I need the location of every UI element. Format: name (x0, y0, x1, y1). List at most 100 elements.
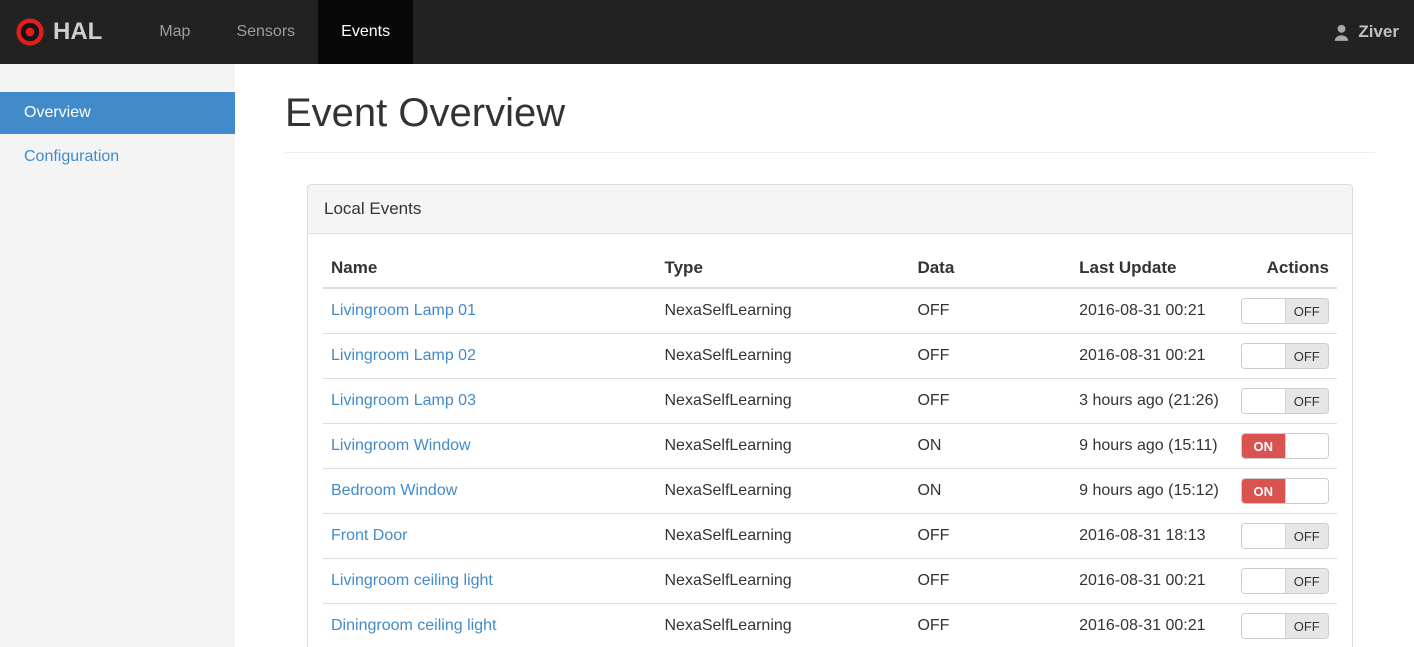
panel-title: Local Events (324, 199, 422, 218)
device-link[interactable]: Bedroom Window (331, 482, 457, 499)
device-name-cell: Livingroom Window (323, 423, 657, 469)
toggle-state-label: ON (1242, 434, 1285, 458)
device-data-cell: OFF (909, 287, 1072, 334)
toggle-switch[interactable]: OFF (1241, 388, 1329, 414)
last-update-cell: 9 hours ago (15:11) (1071, 423, 1233, 469)
table-row: Livingroom Lamp 03 NexaSelfLearning OFF 3 h… (323, 378, 1337, 424)
user-icon (1332, 23, 1351, 42)
actions-cell: OFF (1232, 513, 1337, 559)
actions-cell: OFF (1232, 603, 1337, 647)
device-name-cell: Diningroom ceiling light (323, 603, 657, 647)
toggle-state-label: ON (1242, 479, 1285, 503)
nav-item-events[interactable]: Events (318, 0, 414, 64)
main-nav: Map Sensors Events (136, 0, 414, 64)
page-title: Event Overview (285, 91, 1375, 153)
brand[interactable]: HAL (0, 0, 120, 64)
actions-cell: ON (1232, 423, 1337, 469)
toggle-knob (1242, 389, 1286, 413)
table-row: Diningroom ceiling light NexaSelfLearning… (323, 603, 1337, 647)
device-type-cell: NexaSelfLearning (656, 333, 910, 379)
toggle-switch[interactable]: OFF (1241, 343, 1329, 369)
device-data-cell: ON (909, 468, 1072, 514)
actions-cell: OFF (1232, 287, 1337, 334)
last-update-cell: 9 hours ago (15:12) (1071, 468, 1233, 514)
toggle-knob (1242, 524, 1286, 548)
events-table: Name Type Data Last Update Actions Livingroo… (323, 249, 1337, 647)
toggle-switch[interactable]: OFF (1241, 298, 1329, 324)
device-name-cell: Front Door (323, 513, 657, 559)
toggle-knob (1242, 569, 1286, 593)
actions-cell: OFF (1232, 558, 1337, 604)
last-update-cell: 2016-08-31 00:21 (1071, 333, 1233, 379)
device-type-cell: NexaSelfLearning (656, 287, 910, 334)
user-menu[interactable]: Ziver (1317, 0, 1414, 64)
table-row: Livingroom Window NexaSelfLearning ON 9 hou… (323, 423, 1337, 469)
table-row: Bedroom Window NexaSelfLearning ON 9 hours … (323, 468, 1337, 514)
main-content: Event Overview Local Events Name Type Data… (235, 64, 1414, 647)
nav-item-sensors[interactable]: Sensors (213, 0, 318, 64)
panel-body: Name Type Data Last Update Actions Livingroo… (308, 234, 1352, 647)
column-header-actions: Actions (1232, 249, 1337, 289)
device-link[interactable]: Livingroom Lamp 03 (331, 392, 476, 409)
device-type-cell: NexaSelfLearning (656, 378, 910, 424)
toggle-state-label: OFF (1285, 524, 1328, 548)
toggle-state-label: OFF (1285, 389, 1328, 413)
device-link[interactable]: Livingroom Window (331, 437, 471, 454)
toggle-knob (1284, 434, 1328, 458)
sidebar-item-overview[interactable]: Overview (0, 92, 235, 134)
sidebar-item-configuration[interactable]: Configuration (0, 136, 235, 178)
toggle-switch[interactable]: OFF (1241, 613, 1329, 639)
device-link[interactable]: Diningroom ceiling light (331, 617, 496, 634)
column-header-type: Type (656, 249, 910, 289)
table-row: Livingroom Lamp 02 NexaSelfLearning OFF 201… (323, 333, 1337, 379)
device-data-cell: OFF (909, 378, 1072, 424)
hal-logo-icon (16, 18, 44, 46)
device-name-cell: Livingroom Lamp 01 (323, 287, 657, 334)
device-data-cell: OFF (909, 513, 1072, 559)
device-type-cell: NexaSelfLearning (656, 558, 910, 604)
toggle-state-label: OFF (1285, 344, 1328, 368)
device-link[interactable]: Front Door (331, 527, 407, 544)
table-row: Livingroom Lamp 01 NexaSelfLearning OFF 201… (323, 287, 1337, 334)
actions-cell: OFF (1232, 378, 1337, 424)
toggle-state-label: OFF (1285, 569, 1328, 593)
device-data-cell: OFF (909, 333, 1072, 379)
toggle-switch[interactable]: ON (1241, 433, 1329, 459)
last-update-cell: 2016-08-31 18:13 (1071, 513, 1233, 559)
device-type-cell: NexaSelfLearning (656, 513, 910, 559)
last-update-cell: 2016-08-31 00:21 (1071, 558, 1233, 604)
nav-item-map[interactable]: Map (136, 0, 213, 64)
device-data-cell: OFF (909, 603, 1072, 647)
toggle-knob (1242, 344, 1286, 368)
actions-cell: ON (1232, 468, 1337, 514)
events-table-head-row: Name Type Data Last Update Actions (323, 249, 1337, 289)
device-name-cell: Livingroom ceiling light (323, 558, 657, 604)
table-row: Front Door NexaSelfLearning OFF 2016-08-31 … (323, 513, 1337, 559)
device-link[interactable]: Livingroom Lamp 01 (331, 302, 476, 319)
toggle-switch[interactable]: OFF (1241, 523, 1329, 549)
last-update-cell: 3 hours ago (21:26) (1071, 378, 1233, 424)
local-events-panel: Local Events Name Type Data Last Update Acti… (307, 184, 1353, 647)
brand-label: HAL (53, 18, 103, 45)
panel-heading: Local Events (308, 185, 1352, 234)
toggle-switch[interactable]: OFF (1241, 568, 1329, 594)
user-name: Ziver (1358, 22, 1399, 41)
toggle-state-label: OFF (1285, 299, 1328, 323)
actions-cell: OFF (1232, 333, 1337, 379)
device-name-cell: Bedroom Window (323, 468, 657, 514)
last-update-cell: 2016-08-31 00:21 (1071, 287, 1233, 334)
device-type-cell: NexaSelfLearning (656, 603, 910, 647)
column-header-name: Name (323, 249, 657, 289)
table-row: Livingroom ceiling light NexaSelfLearning… (323, 558, 1337, 604)
device-link[interactable]: Livingroom ceiling light (331, 572, 493, 589)
device-data-cell: ON (909, 423, 1072, 469)
column-header-last-update: Last Update (1071, 249, 1233, 289)
device-name-cell: Livingroom Lamp 02 (323, 333, 657, 379)
device-name-cell: Livingroom Lamp 03 (323, 378, 657, 424)
device-type-cell: NexaSelfLearning (656, 468, 910, 514)
top-navbar: HAL Map Sensors Events Ziver (0, 0, 1414, 64)
toggle-switch[interactable]: ON (1241, 478, 1329, 504)
device-link[interactable]: Livingroom Lamp 02 (331, 347, 476, 364)
toggle-state-label: OFF (1285, 614, 1328, 638)
device-data-cell: OFF (909, 558, 1072, 604)
